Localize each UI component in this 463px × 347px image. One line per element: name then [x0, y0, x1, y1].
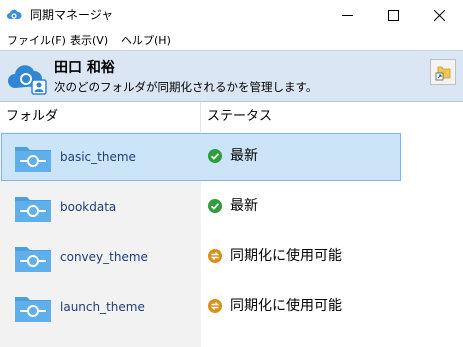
open-folder-button[interactable]: [430, 59, 456, 85]
sync-available-icon: [208, 299, 222, 313]
folder-name: convey_theme: [60, 250, 148, 264]
menu-file[interactable]: ファイル(F): [7, 33, 66, 48]
folder-name: launch_theme: [60, 300, 145, 314]
sync-cloud-icon: [7, 9, 22, 19]
user-name: 田口 和裕: [54, 60, 115, 76]
column-header-folder[interactable]: フォルダ: [0, 102, 201, 132]
folder-list: フォルダ ステータス basic_theme 最新 bookdata 最新 co…: [0, 102, 463, 347]
menu-bar: ファイル(F) 表示(V) ヘルプ(H): [0, 31, 463, 50]
column-header-status[interactable]: ステータス: [201, 102, 463, 132]
folder-name: bookdata: [60, 200, 117, 214]
maximize-icon: [388, 10, 399, 21]
list-item[interactable]: bookdata 最新: [0, 183, 463, 233]
header-description: 次のどのフォルダが同期化されるかを管理します。: [54, 80, 318, 94]
maximize-button[interactable]: [371, 0, 417, 31]
status-text: 同期化に使用可能: [230, 248, 342, 264]
check-circle-icon: [208, 149, 222, 163]
status-text: 同期化に使用可能: [230, 298, 342, 314]
sync-available-icon: [208, 249, 222, 263]
check-circle-icon: [208, 199, 222, 213]
status-text: 最新: [230, 198, 258, 214]
folder-shortcut-icon: [435, 66, 451, 81]
minimize-icon: [342, 15, 353, 16]
sync-folder-icon: [15, 247, 51, 272]
list-item[interactable]: launch_theme 同期化に使用可能: [0, 283, 463, 333]
column-headers: フォルダ ステータス: [0, 102, 463, 132]
sync-folder-icon: [15, 147, 51, 172]
sync-folder-icon: [15, 197, 51, 222]
title-bar: 同期マネージャ: [0, 0, 463, 31]
sync-cloud-user-icon: [8, 65, 47, 95]
account-header: 田口 和裕 次のどのフォルダが同期化されるかを管理します。: [0, 50, 463, 102]
status-text: 最新: [230, 148, 258, 164]
menu-help[interactable]: ヘルプ(H): [121, 33, 171, 48]
minimize-button[interactable]: [325, 0, 371, 31]
folder-name: basic_theme: [60, 150, 136, 164]
list-item[interactable]: basic_theme 最新: [0, 133, 463, 183]
close-button[interactable]: [417, 0, 463, 31]
sync-folder-icon: [15, 297, 51, 322]
menu-view[interactable]: 表示(V): [70, 33, 108, 48]
close-icon: [434, 10, 445, 21]
list-item[interactable]: convey_theme 同期化に使用可能: [0, 233, 463, 283]
window-title: 同期マネージャ: [30, 8, 114, 22]
